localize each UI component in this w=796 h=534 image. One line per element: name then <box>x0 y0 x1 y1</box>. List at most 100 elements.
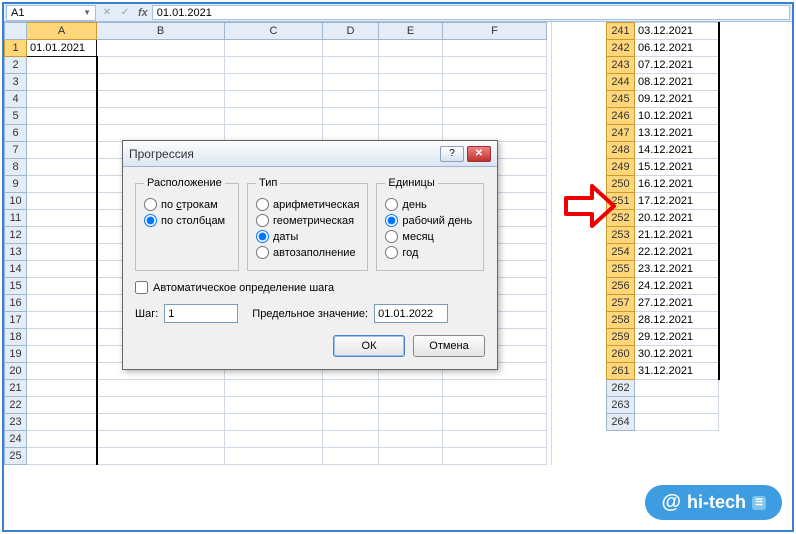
cell-right-245[interactable]: 09.12.2021 <box>635 91 719 108</box>
cell-A4[interactable] <box>27 91 97 108</box>
cell-A20[interactable] <box>27 363 97 380</box>
dialog-titlebar[interactable]: Прогрессия ? ✕ <box>123 141 497 167</box>
cell-A13[interactable] <box>27 244 97 261</box>
col-header-F[interactable]: F <box>443 23 547 40</box>
cell-B1[interactable] <box>97 40 225 57</box>
radio-day[interactable]: день <box>385 198 475 211</box>
row-header-23[interactable]: 23 <box>5 414 27 431</box>
row-header-263[interactable]: 263 <box>607 397 635 414</box>
cell-right-252[interactable]: 20.12.2021 <box>635 210 719 227</box>
row-header-242[interactable]: 242 <box>607 40 635 57</box>
cell-D21[interactable] <box>323 380 379 397</box>
cell-B24[interactable] <box>97 431 225 448</box>
cell-A14[interactable] <box>27 261 97 278</box>
cell-right-242[interactable]: 06.12.2021 <box>635 40 719 57</box>
cell-B5[interactable] <box>97 108 225 125</box>
cell-C6[interactable] <box>225 125 323 142</box>
cell-D25[interactable] <box>323 448 379 465</box>
cell-right-251[interactable]: 17.12.2021 <box>635 193 719 210</box>
row-header-258[interactable]: 258 <box>607 312 635 329</box>
cell-B3[interactable] <box>97 74 225 91</box>
row-header-11[interactable]: 11 <box>5 210 27 227</box>
row-header-5[interactable]: 5 <box>5 108 27 125</box>
cell-B4[interactable] <box>97 91 225 108</box>
radio-rows[interactable]: по строкам <box>144 198 230 211</box>
cell-F2[interactable] <box>443 57 547 74</box>
cell-right-244[interactable]: 08.12.2021 <box>635 74 719 91</box>
row-header-1[interactable]: 1 <box>5 40 27 57</box>
cell-A9[interactable] <box>27 176 97 193</box>
row-header-260[interactable]: 260 <box>607 346 635 363</box>
row-header-9[interactable]: 9 <box>5 176 27 193</box>
cell-F24[interactable] <box>443 431 547 448</box>
row-header-243[interactable]: 243 <box>607 57 635 74</box>
row-header-244[interactable]: 244 <box>607 74 635 91</box>
row-header-245[interactable]: 245 <box>607 91 635 108</box>
cell-F21[interactable] <box>443 380 547 397</box>
cell-A1[interactable]: 01.01.2021 <box>27 40 97 57</box>
cell-D6[interactable] <box>323 125 379 142</box>
cell-E24[interactable] <box>379 431 443 448</box>
cell-F4[interactable] <box>443 91 547 108</box>
cell-C24[interactable] <box>225 431 323 448</box>
row-header-13[interactable]: 13 <box>5 244 27 261</box>
cell-E23[interactable] <box>379 414 443 431</box>
col-header-E[interactable]: E <box>379 23 443 40</box>
col-header-A[interactable]: A <box>27 23 97 40</box>
cell-C5[interactable] <box>225 108 323 125</box>
cell-B23[interactable] <box>97 414 225 431</box>
cell-D4[interactable] <box>323 91 379 108</box>
select-all-corner[interactable] <box>5 23 27 40</box>
cell-right-259[interactable]: 29.12.2021 <box>635 329 719 346</box>
cell-F1[interactable] <box>443 40 547 57</box>
cell-right-248[interactable]: 14.12.2021 <box>635 142 719 159</box>
row-header-8[interactable]: 8 <box>5 159 27 176</box>
row-header-241[interactable]: 241 <box>607 23 635 40</box>
row-header-264[interactable]: 264 <box>607 414 635 431</box>
cell-right-257[interactable]: 27.12.2021 <box>635 295 719 312</box>
limit-input[interactable] <box>374 304 448 323</box>
row-header-7[interactable]: 7 <box>5 142 27 159</box>
cell-right-243[interactable]: 07.12.2021 <box>635 57 719 74</box>
cell-right-258[interactable]: 28.12.2021 <box>635 312 719 329</box>
cell-C22[interactable] <box>225 397 323 414</box>
cell-right-255[interactable]: 23.12.2021 <box>635 261 719 278</box>
row-header-247[interactable]: 247 <box>607 125 635 142</box>
radio-auto[interactable]: автозаполнение <box>256 246 359 259</box>
cell-A23[interactable] <box>27 414 97 431</box>
cell-A21[interactable] <box>27 380 97 397</box>
cell-A18[interactable] <box>27 329 97 346</box>
row-header-249[interactable]: 249 <box>607 159 635 176</box>
row-header-20[interactable]: 20 <box>5 363 27 380</box>
cell-right-246[interactable]: 10.12.2021 <box>635 108 719 125</box>
row-header-254[interactable]: 254 <box>607 244 635 261</box>
cell-F23[interactable] <box>443 414 547 431</box>
cell-B22[interactable] <box>97 397 225 414</box>
cell-A5[interactable] <box>27 108 97 125</box>
cell-A12[interactable] <box>27 227 97 244</box>
cell-F22[interactable] <box>443 397 547 414</box>
cell-right-260[interactable]: 30.12.2021 <box>635 346 719 363</box>
cell-A11[interactable] <box>27 210 97 227</box>
cell-D22[interactable] <box>323 397 379 414</box>
row-header-10[interactable]: 10 <box>5 193 27 210</box>
cell-B21[interactable] <box>97 380 225 397</box>
step-input[interactable] <box>164 304 238 323</box>
cell-D24[interactable] <box>323 431 379 448</box>
radio-workday[interactable]: рабочий день <box>385 214 475 227</box>
cell-C4[interactable] <box>225 91 323 108</box>
cell-right-241[interactable]: 03.12.2021 <box>635 23 719 40</box>
cell-right-254[interactable]: 22.12.2021 <box>635 244 719 261</box>
cell-D2[interactable] <box>323 57 379 74</box>
cell-A24[interactable] <box>27 431 97 448</box>
radio-month[interactable]: месяц <box>385 230 475 243</box>
cell-E6[interactable] <box>379 125 443 142</box>
cell-right-263[interactable] <box>635 397 719 414</box>
cell-right-261[interactable]: 31.12.2021 <box>635 363 719 380</box>
row-header-17[interactable]: 17 <box>5 312 27 329</box>
cell-E22[interactable] <box>379 397 443 414</box>
cell-C3[interactable] <box>225 74 323 91</box>
chevron-down-icon[interactable]: ▼ <box>83 8 91 17</box>
cell-B25[interactable] <box>97 448 225 465</box>
row-header-6[interactable]: 6 <box>5 125 27 142</box>
